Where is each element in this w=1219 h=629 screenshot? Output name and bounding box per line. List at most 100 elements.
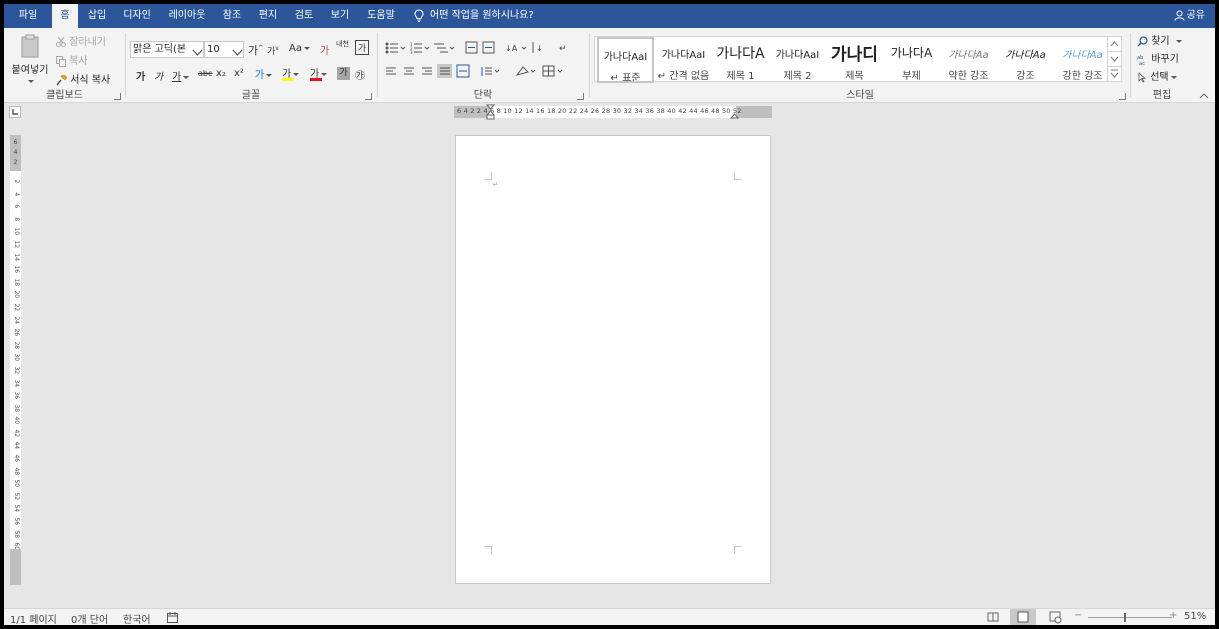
chevron-down-icon[interactable] [192, 45, 203, 56]
strikethrough-button[interactable]: abc [198, 69, 212, 78]
word-count[interactable]: 0개 단어 [71, 611, 108, 625]
styles-group: 스타일 [590, 28, 1130, 103]
tab-layout[interactable]: 레이아웃 [162, 4, 212, 28]
ribbon-tab-bar: 파일 홈 삽입 디자인 레이아웃 참조 편지 검토 보기 도움말 어떤 작업을 … [4, 4, 1215, 29]
ruler-number: 2 [12, 179, 20, 184]
crop-mark-top-left [484, 172, 492, 180]
chevron-down-icon[interactable] [232, 45, 243, 56]
ruler-number: 28 [12, 341, 20, 349]
read-mode-button[interactable] [980, 609, 1006, 625]
indent-marker-icon[interactable] [486, 104, 495, 120]
accessibility-icon[interactable] [167, 612, 178, 623]
tab-references[interactable]: 참조 [218, 4, 246, 28]
tab-review[interactable]: 검토 [290, 4, 318, 28]
replace-label: 바꾸기 [1151, 54, 1179, 65]
paragraph-group: 1 2 3 ↓A ↓ ↵ 단락 [378, 28, 588, 103]
phonetic-guide-button[interactable]: 내천 [336, 40, 349, 48]
right-indent-marker-icon[interactable] [730, 109, 739, 119]
cut-button[interactable]: 잘라내기 [56, 33, 106, 48]
alignment-buttons[interactable] [382, 64, 582, 82]
change-case-glyph: Aa [289, 43, 302, 54]
zoom-in-button[interactable]: + [1169, 610, 1177, 621]
ruler-number: 58 [12, 530, 20, 538]
font-group-label: 글꼴 [241, 90, 261, 101]
tell-me-search[interactable]: 어떤 작업을 원하시나요? [414, 4, 534, 28]
font-color-button[interactable]: 가 [310, 65, 328, 81]
zoom-out-button[interactable]: − [1074, 610, 1082, 621]
clipboard-group-label: 클립보드 [46, 90, 83, 101]
page-count[interactable]: 1/1 페이지 [10, 611, 57, 625]
zoom-slider-thumb[interactable] [1124, 613, 1126, 622]
tab-help[interactable]: 도움말 [362, 4, 400, 28]
editing-group-label: 편집 [1152, 90, 1172, 101]
find-button[interactable]: 찾기 [1137, 32, 1182, 47]
tab-design[interactable]: 디자인 [118, 4, 156, 28]
ruler-numbers: 6 4 2 2 4 6 8 10 12 14 16 18 20 22 24 26… [457, 107, 742, 115]
superscript-button[interactable]: x² [234, 68, 244, 79]
tab-file[interactable]: 파일 [8, 4, 48, 28]
tab-selector[interactable] [9, 106, 21, 118]
clipboard-launcher-icon[interactable] [114, 93, 121, 100]
shrink-font-button[interactable]: 가v [267, 44, 279, 57]
lightbulb-icon [414, 8, 424, 22]
paste-button[interactable]: 붙여넣기 [10, 34, 50, 87]
zoom-level[interactable]: 51% [1184, 611, 1206, 622]
italic-button[interactable]: 가 [154, 68, 163, 83]
crop-mark-bottom-right [734, 546, 742, 554]
enclose-characters-glyph: ㉮ [355, 71, 365, 82]
vertical-ruler[interactable]: 6 4 2 2 4 6 8 10 12 14 16 18 20 22 24 26 28 30 32 34 36 38… [10, 135, 21, 585]
book-icon [987, 612, 999, 622]
underline-button[interactable]: 가 [172, 68, 190, 83]
status-bar: 1/1 페이지 0개 단어 한국어 − + 51% [4, 608, 1215, 625]
tell-me-text: 어떤 작업을 원하시나요? [430, 10, 534, 21]
ruler-number: 50 [12, 479, 20, 488]
language-indicator[interactable]: 한국어 [123, 611, 151, 625]
font-family-value: 맑은 고딕(본 [133, 44, 187, 55]
format-painter-button[interactable]: 서식 복사 [56, 71, 110, 86]
character-border-button[interactable]: 가 [355, 40, 369, 55]
share-button[interactable]: 공유 [1174, 4, 1205, 28]
replace-icon: abac [1137, 55, 1145, 65]
highlight-button[interactable]: 가 [282, 65, 300, 81]
crop-mark-bottom-left [484, 546, 492, 554]
copy-button[interactable]: 복사 [56, 52, 88, 67]
word-window: 파일 홈 삽입 디자인 레이아웃 참조 편지 검토 보기 도움말 어떤 작업을 … [4, 4, 1215, 625]
replace-button[interactable]: ab ac 바꾸기 [1137, 50, 1179, 65]
font-size-combo[interactable]: 10 [204, 41, 244, 58]
change-case-button[interactable]: Aa [289, 43, 310, 54]
print-layout-button[interactable] [1010, 609, 1036, 625]
horizontal-ruler[interactable]: 6 4 2 2 4 6 8 10 12 14 16 18 20 22 24 26… [454, 104, 772, 120]
font-size-value: 10 [207, 44, 220, 55]
web-layout-button[interactable] [1042, 609, 1068, 625]
clear-formatting-glyph: 가 [320, 46, 330, 57]
zoom-slider[interactable] [1088, 617, 1172, 618]
character-shading-button[interactable]: 가 [337, 67, 350, 80]
tab-mailings[interactable]: 편지 [254, 4, 282, 28]
styles-launcher-icon[interactable] [1119, 93, 1126, 100]
tab-home[interactable]: 홈 [52, 4, 78, 29]
paragraph-buttons[interactable] [438, 46, 588, 64]
ruler-top-margin: 6 4 2 [10, 135, 21, 171]
ruler-number: 6 [12, 204, 20, 209]
font-launcher-icon[interactable] [365, 93, 372, 100]
enclose-characters-button[interactable]: ㉮ [355, 67, 365, 82]
document-page[interactable]: ↵ [455, 135, 771, 584]
bold-button[interactable]: 가 [136, 68, 145, 83]
collapse-ribbon-icon[interactable] [1199, 92, 1209, 100]
font-family-combo[interactable]: 맑은 고딕(본 [130, 41, 204, 58]
ruler-number: 4 [12, 191, 20, 196]
paragraph-launcher-icon[interactable] [577, 93, 584, 100]
character-border-glyph: 가 [357, 44, 367, 54]
grow-font-button[interactable]: 가^ [248, 42, 263, 58]
tab-insert[interactable]: 삽입 [82, 4, 112, 28]
chevron-down-icon[interactable] [28, 79, 34, 83]
subscript-button[interactable]: x₂ [216, 68, 226, 79]
clear-formatting-button[interactable]: 가 [320, 42, 329, 57]
text-effects-button[interactable]: 가 [255, 66, 273, 81]
ruler-number: 18 [12, 278, 20, 286]
font-group: 맑은 고딕(본 10 가^ 가v Aa 가 내천 가 가 가 가 abc x₂ … [126, 28, 376, 103]
select-button[interactable]: 선택 [1137, 68, 1177, 83]
ruler-numbers: 2 4 6 8 10 12 14 16 18 20 22 24 26 28 30 32 34 36 38 40 42 44… [10, 175, 21, 553]
tab-view[interactable]: 보기 [326, 4, 354, 28]
underline-glyph: 가 [172, 72, 182, 83]
